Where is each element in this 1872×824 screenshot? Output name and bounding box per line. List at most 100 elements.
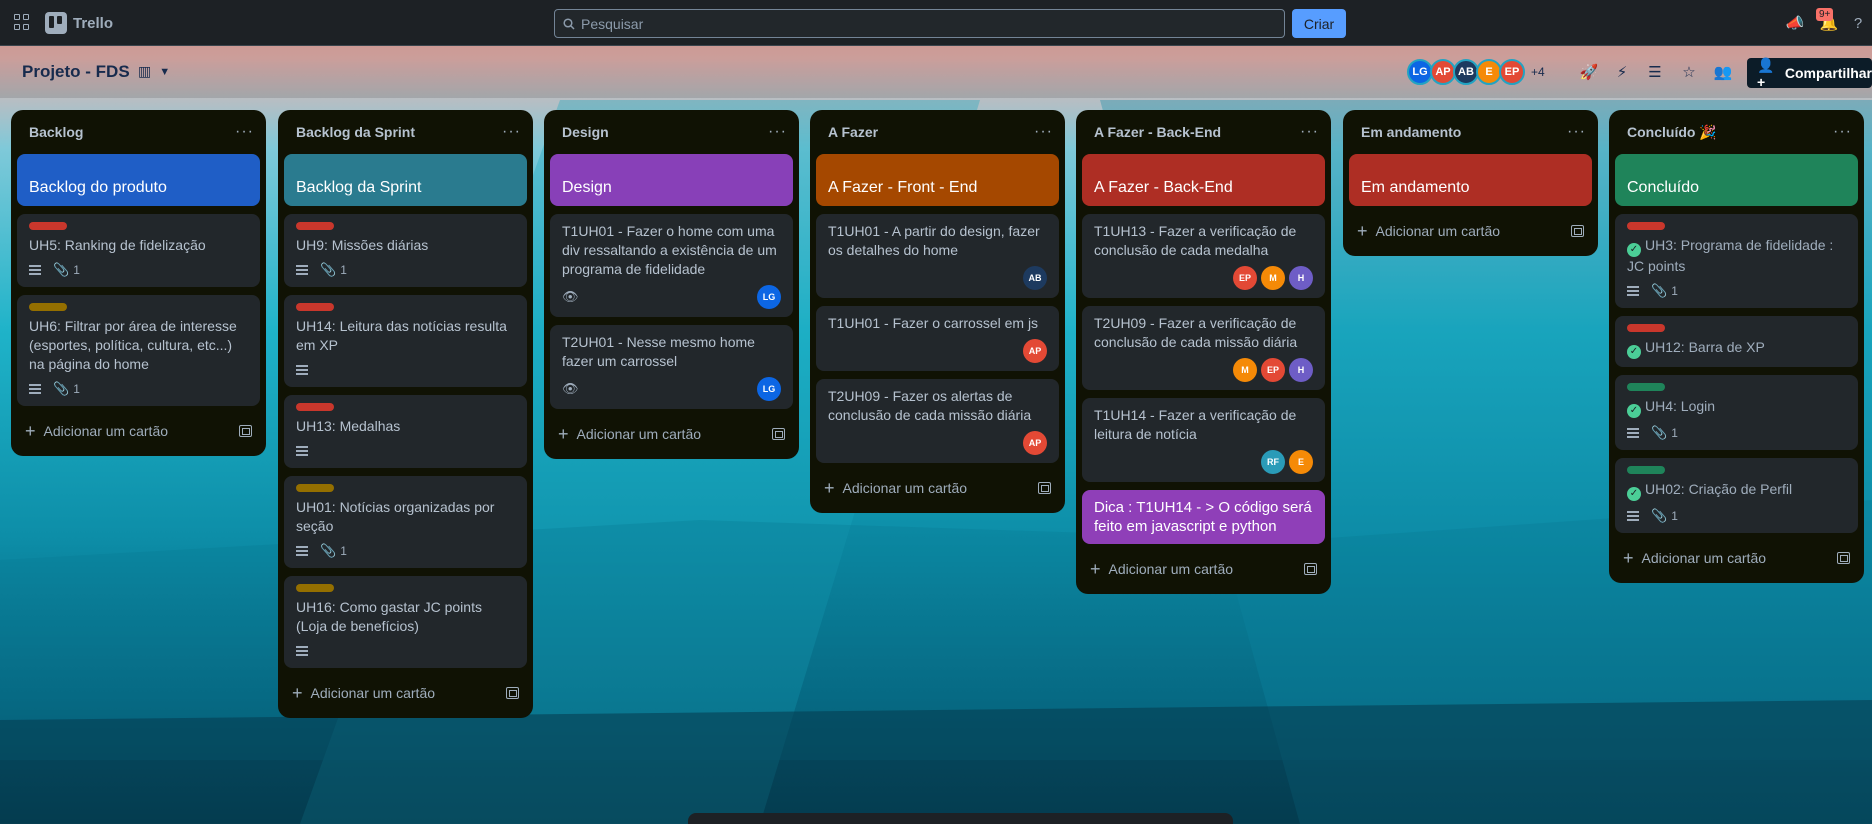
member-avatar[interactable]: M	[1233, 358, 1257, 382]
card-label[interactable]	[296, 222, 334, 230]
view-switcher[interactable]: ▥ ▼	[138, 63, 170, 80]
more-members-count[interactable]: +4	[1531, 59, 1545, 85]
card[interactable]: UH13: Medalhas	[284, 395, 527, 468]
card[interactable]: ✓ UH4: Login 📎 1	[1615, 375, 1858, 450]
trello-logo[interactable]: Trello	[45, 12, 113, 34]
board-title[interactable]: Projeto - FDS	[22, 62, 130, 82]
card[interactable]: T1UH14 - Fazer a verificação de leitura …	[1082, 398, 1325, 482]
list-menu-icon[interactable]: ···	[1300, 123, 1319, 141]
card-label[interactable]	[1627, 324, 1665, 332]
card[interactable]: UH9: Missões diárias 📎 1	[284, 214, 527, 287]
card[interactable]: T2UH01 - Nesse mesmo home fazer um carro…	[550, 325, 793, 409]
card[interactable]: T1UH13 - Fazer a verificação de conclusã…	[1082, 214, 1325, 298]
card[interactable]: ✓ UH02: Criação de Perfil 📎 1	[1615, 458, 1858, 533]
card[interactable]: ✓ UH3: Programa de fidelidade : JC points…	[1615, 214, 1858, 308]
card[interactable]: T2UH09 - Fazer a verificação de conclusã…	[1082, 306, 1325, 390]
card-label[interactable]	[296, 303, 334, 311]
card[interactable]: UH01: Notícias organizadas por seção 📎 1	[284, 476, 527, 568]
list-title[interactable]: A Fazer - Back-End	[1094, 124, 1221, 140]
create-button[interactable]: Criar	[1292, 9, 1346, 38]
color-card[interactable]: Backlog do produto	[17, 154, 260, 206]
list-menu-icon[interactable]: ···	[502, 123, 521, 141]
member-avatar[interactable]: H	[1289, 358, 1313, 382]
note-card[interactable]: Dica : T1UH14 - > O código será feito em…	[1082, 490, 1325, 544]
list-title[interactable]: Backlog da Sprint	[296, 124, 415, 140]
help-icon[interactable]: ?	[1848, 13, 1868, 33]
member-avatar[interactable]: EP	[1261, 358, 1285, 382]
search-box[interactable]	[554, 9, 1285, 38]
list-menu-icon[interactable]: ···	[1833, 123, 1852, 141]
member-avatar[interactable]: AP	[1023, 339, 1047, 363]
color-card[interactable]: Design	[550, 154, 793, 206]
list-menu-icon[interactable]: ···	[1034, 123, 1053, 141]
card-template-icon[interactable]	[1837, 552, 1850, 564]
color-card[interactable]: A Fazer - Back-End	[1082, 154, 1325, 206]
member-avatar[interactable]: E	[1289, 450, 1313, 474]
card[interactable]: T1UH01 - A partir do design, fazer os de…	[816, 214, 1059, 298]
card-template-icon[interactable]	[1304, 563, 1317, 575]
card-label[interactable]	[1627, 383, 1665, 391]
color-card[interactable]: Em andamento	[1349, 154, 1592, 206]
member-avatar[interactable]: AP	[1023, 431, 1047, 455]
add-card-button[interactable]: + Adicionar um cartão	[824, 479, 967, 497]
color-card[interactable]: Concluído	[1615, 154, 1858, 206]
add-card-button[interactable]: + Adicionar um cartão	[292, 684, 435, 702]
add-card-button[interactable]: + Adicionar um cartão	[1623, 549, 1766, 567]
card-template-icon[interactable]	[772, 428, 785, 440]
member-avatar[interactable]: AB	[1023, 266, 1047, 290]
card-label[interactable]	[29, 222, 67, 230]
complete-check-icon[interactable]: ✓	[1627, 487, 1641, 501]
card[interactable]: UH5: Ranking de fidelização 📎 1	[17, 214, 260, 287]
complete-check-icon[interactable]: ✓	[1627, 243, 1641, 257]
card-template-icon[interactable]	[239, 425, 252, 437]
member-avatar[interactable]: LG	[757, 377, 781, 401]
app-switcher-icon[interactable]	[14, 14, 30, 30]
member-avatar[interactable]: RF	[1261, 450, 1285, 474]
add-card-button[interactable]: + Adicionar um cartão	[1357, 222, 1500, 240]
list-title[interactable]: Em andamento	[1361, 124, 1461, 140]
color-card[interactable]: A Fazer - Front - End	[816, 154, 1059, 206]
member-avatar[interactable]: M	[1261, 266, 1285, 290]
card-label[interactable]	[296, 403, 334, 411]
card[interactable]: T1UH01 - Fazer o carrossel em js AP	[816, 306, 1059, 371]
card-label[interactable]	[296, 584, 334, 592]
star-icon[interactable]: ☆	[1678, 61, 1700, 83]
add-card-button[interactable]: + Adicionar um cartão	[1090, 560, 1233, 578]
card[interactable]: ✓ UH12: Barra de XP	[1615, 316, 1858, 367]
list-menu-icon[interactable]: ···	[1567, 123, 1586, 141]
list-title[interactable]: A Fazer	[828, 124, 878, 140]
card-template-icon[interactable]	[1571, 225, 1584, 237]
list-menu-icon[interactable]: ···	[768, 123, 787, 141]
power-ups-icon[interactable]: 🚀	[1578, 61, 1600, 83]
member-avatar[interactable]: LG	[757, 285, 781, 309]
visibility-icon[interactable]: 👥	[1712, 61, 1734, 83]
complete-check-icon[interactable]: ✓	[1627, 345, 1641, 359]
add-card-button[interactable]: + Adicionar um cartão	[558, 425, 701, 443]
card[interactable]: T2UH09 - Fazer os alertas de conclusão d…	[816, 379, 1059, 463]
card-label[interactable]	[1627, 466, 1665, 474]
list-menu-icon[interactable]: ···	[235, 123, 254, 141]
list-title[interactable]: Design	[562, 124, 609, 140]
card[interactable]: UH14: Leitura das notícias resulta em XP	[284, 295, 527, 387]
color-card[interactable]: Backlog da Sprint	[284, 154, 527, 206]
add-card-button[interactable]: + Adicionar um cartão	[25, 422, 168, 440]
list-title[interactable]: Backlog	[29, 124, 83, 140]
card-template-icon[interactable]	[1038, 482, 1051, 494]
member-avatar[interactable]: H	[1289, 266, 1313, 290]
megaphone-icon[interactable]: 📣	[1785, 13, 1805, 33]
filter-icon[interactable]: ☰	[1644, 61, 1666, 83]
card-label[interactable]	[1627, 222, 1665, 230]
member-avatar[interactable]: EP	[1499, 59, 1525, 85]
share-button[interactable]: 👤+ Compartilhar	[1747, 57, 1872, 90]
list-title[interactable]: Concluído 🎉	[1627, 124, 1717, 141]
card[interactable]: T1UH01 - Fazer o home com uma div ressal…	[550, 214, 793, 317]
search-input[interactable]	[581, 15, 1261, 32]
card-label[interactable]	[29, 303, 67, 311]
card-label[interactable]	[296, 484, 334, 492]
complete-check-icon[interactable]: ✓	[1627, 404, 1641, 418]
automation-icon[interactable]: ⚡	[1611, 61, 1633, 83]
card-template-icon[interactable]	[506, 687, 519, 699]
card[interactable]: UH6: Filtrar por área de interesse (espo…	[17, 295, 260, 406]
member-avatar[interactable]: EP	[1233, 266, 1257, 290]
card[interactable]: UH16: Como gastar JC points (Loja de ben…	[284, 576, 527, 668]
